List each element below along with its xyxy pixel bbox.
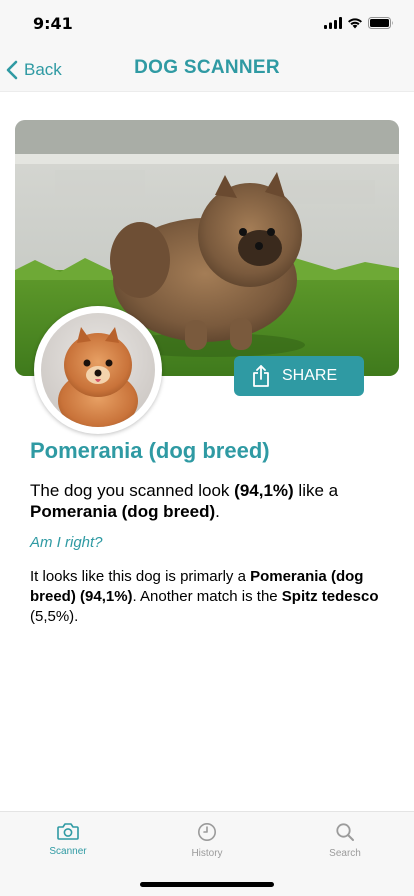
tab-search-label: Search xyxy=(329,848,361,859)
signal-icon xyxy=(324,17,342,29)
result-summary-end: . xyxy=(215,502,220,521)
breed-title: Pomerania (dog breed) xyxy=(30,438,270,463)
tab-scanner-label: Scanner xyxy=(49,846,87,857)
result-summary-mid: like a xyxy=(293,481,339,500)
confirmation-question[interactable]: Am I right? xyxy=(30,534,103,551)
dog-avatar xyxy=(34,306,162,434)
tab-history[interactable]: History xyxy=(167,822,247,859)
status-time: 9:41 xyxy=(33,14,73,33)
result-summary: The dog you scanned look (94,1%) like a … xyxy=(30,480,390,522)
result-detail-mid: . Another match is the xyxy=(132,588,282,605)
result-summary-prefix: The dog you scanned look xyxy=(30,481,235,500)
result-detail-prefix: It looks like this dog is primarly a xyxy=(30,568,251,585)
navigation-bar: Back DOG SCANNER xyxy=(0,48,414,92)
result-summary-percent: (94,1%) xyxy=(234,481,294,500)
result-detail: It looks like this dog is primarly a Pom… xyxy=(30,567,390,627)
share-button-label: SHARE xyxy=(282,367,338,384)
result-detail-percent: (94,1%) xyxy=(75,588,133,605)
result-detail-alt-percent: (5,5%). xyxy=(30,608,79,625)
share-icon xyxy=(253,365,269,387)
result-detail-alt-breed: Spitz tedesco xyxy=(281,588,379,605)
dog-avatar-image xyxy=(41,313,155,427)
tab-scanner[interactable]: Scanner xyxy=(28,822,108,857)
camera-icon xyxy=(57,823,79,840)
battery-icon xyxy=(368,17,393,29)
result-summary-breed: Pomerania (dog breed) xyxy=(30,502,216,521)
status-bar: 9:41 xyxy=(0,0,414,48)
search-icon xyxy=(336,823,354,841)
tab-history-label: History xyxy=(191,848,223,859)
clock-icon xyxy=(198,823,216,841)
page-title: DOG SCANNER xyxy=(134,57,280,78)
home-indicator xyxy=(140,882,274,887)
share-button[interactable]: SHARE xyxy=(234,356,364,396)
tab-search[interactable]: Search xyxy=(305,822,385,859)
status-icons xyxy=(324,17,394,29)
wifi-icon xyxy=(348,18,362,29)
